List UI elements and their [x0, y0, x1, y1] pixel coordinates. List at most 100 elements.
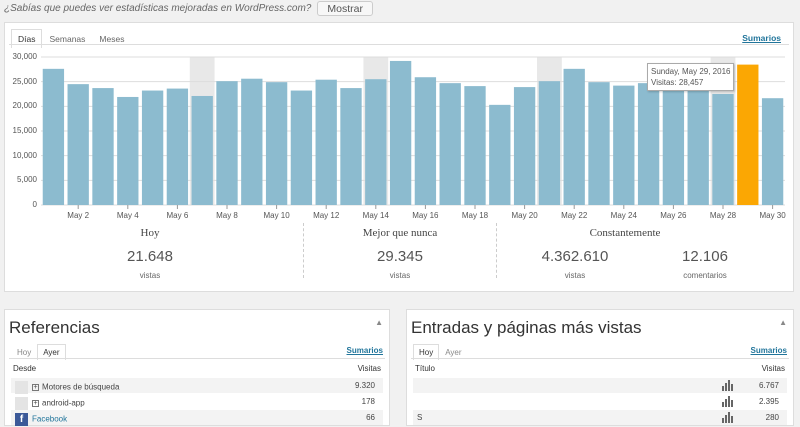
stat-all-time-comments: . 12.106 comentarios — [645, 227, 765, 280]
collapse-icon[interactable]: ▲ — [779, 318, 787, 327]
stat-divider — [303, 223, 304, 278]
x-tick-label: May 14 — [362, 211, 389, 220]
bar[interactable] — [712, 94, 734, 205]
bar[interactable] — [216, 81, 238, 205]
tab-months[interactable]: Meses — [92, 29, 131, 48]
post-title[interactable]: S — [417, 413, 422, 422]
referrers-summary-link[interactable]: Sumarios — [347, 346, 383, 355]
stat-best-value: 29.345 — [377, 248, 423, 265]
stats-notice: ¿Sabías que puedes ver estadísticas mejo… — [4, 0, 373, 16]
expand-icon[interactable]: + — [32, 384, 39, 391]
stat-best: Mejor que nunca 29.345 vistas — [305, 227, 495, 280]
y-tick-label: 25,000 — [12, 76, 37, 86]
bar[interactable] — [761, 98, 784, 205]
collapse-icon[interactable]: ▲ — [375, 318, 383, 327]
bar[interactable] — [365, 79, 387, 205]
bar[interactable] — [241, 78, 263, 205]
bar[interactable] — [662, 89, 685, 205]
stats-chart-panel: Días Semanas Meses Sumarios 0 5,000 10,000… — [4, 22, 794, 292]
tooltip-visits: Visitas: 28,457 — [651, 78, 704, 87]
list-item[interactable]: + Motores de búsqueda 9.320 — [11, 378, 383, 394]
bar[interactable] — [439, 83, 461, 205]
favicon-placeholder-icon — [15, 397, 28, 410]
expand-icon[interactable]: + — [32, 400, 39, 407]
chart-summary-link[interactable]: Sumarios — [742, 33, 781, 43]
bar[interactable] — [389, 60, 412, 205]
x-tick-label: May 16 — [412, 211, 439, 220]
x-tick-label: May 28 — [709, 211, 737, 220]
bar[interactable] — [538, 81, 561, 205]
x-tick-label: May 8 — [216, 211, 238, 220]
stat-all-time-views-value: 4.362.610 — [541, 248, 609, 265]
bar[interactable] — [613, 85, 635, 205]
referrers-card: Referencias ▲ Hoy Ayer Sumarios Desde Vi… — [4, 309, 390, 426]
bar[interactable] — [588, 82, 610, 205]
stat-best-label: vistas — [389, 271, 411, 280]
stat-all-time-views: . 4.362.610 vistas — [515, 227, 635, 280]
referrer-visits: 66 — [366, 413, 375, 422]
y-tick-label: 0 — [32, 200, 37, 209]
bar[interactable] — [265, 82, 288, 205]
x-tick-label: May 18 — [461, 211, 489, 220]
stat-today-label: vistas — [139, 271, 161, 280]
bar[interactable] — [166, 88, 189, 205]
tab-weeks[interactable]: Semanas — [42, 29, 92, 48]
bar[interactable] — [687, 87, 709, 205]
stats-bar-icon[interactable] — [721, 395, 733, 407]
y-tick-label: 20,000 — [12, 101, 37, 111]
bar[interactable] — [414, 77, 437, 205]
bar[interactable] — [92, 88, 114, 205]
referrer-label: Motores de búsqueda — [42, 382, 120, 392]
table-row[interactable]: 6.767 — [413, 378, 787, 393]
stat-today-value: 21.648 — [127, 248, 173, 265]
x-tick-label: May 22 — [561, 211, 588, 220]
bar[interactable] — [464, 86, 486, 205]
stats-bar-icon[interactable] — [721, 411, 733, 423]
col-from: Desde — [13, 364, 37, 373]
top-posts-summary-link[interactable]: Sumarios — [751, 346, 787, 355]
list-item[interactable]: f Facebook 66 — [11, 410, 383, 426]
favicon-placeholder-icon — [15, 381, 28, 394]
table-row[interactable]: 2.395 — [413, 394, 787, 409]
x-tick-label: May 4 — [116, 211, 139, 220]
facebook-icon: f — [15, 413, 28, 426]
col-visits: Visitas — [761, 364, 785, 373]
referrer-label: android-app — [42, 398, 85, 408]
stat-all-time-comments-label: comentarios — [683, 271, 727, 280]
y-tick-label: 30,000 — [12, 52, 37, 61]
list-item[interactable]: + android-app 178 — [11, 394, 383, 410]
tooltip-date: Sunday, May 29, 2016 — [651, 67, 731, 76]
col-visits: Visitas — [357, 364, 381, 373]
col-title: Título — [415, 364, 436, 373]
bar[interactable] — [191, 95, 213, 205]
bar[interactable] — [117, 96, 139, 205]
bar[interactable] — [141, 90, 164, 205]
tab-days[interactable]: Días — [11, 29, 43, 48]
bar[interactable] — [637, 83, 660, 205]
top-posts-title: Entradas y páginas más vistas — [411, 318, 642, 337]
stat-all-time-views-label: vistas — [564, 271, 586, 280]
bar[interactable] — [67, 84, 89, 205]
tab-divider — [9, 358, 385, 359]
bar[interactable] — [513, 87, 536, 205]
x-tick-label: May 20 — [511, 211, 538, 220]
bar[interactable] — [737, 64, 759, 205]
show-button[interactable]: Mostrar — [317, 0, 373, 16]
tab-divider — [411, 358, 789, 359]
x-tick-label: May 2 — [67, 211, 90, 220]
stats-bar-icon[interactable] — [721, 379, 733, 391]
bar[interactable] — [340, 88, 362, 205]
y-tick-label: 15,000 — [12, 126, 37, 135]
bar[interactable] — [315, 79, 337, 205]
stat-divider — [496, 223, 497, 278]
bar[interactable] — [42, 68, 65, 205]
referrers-title: Referencias — [9, 318, 100, 337]
table-row[interactable]: S 280 — [413, 410, 787, 425]
tab-divider — [9, 44, 789, 45]
bar[interactable] — [290, 90, 313, 205]
referrer-label[interactable]: Facebook — [32, 415, 67, 424]
bar[interactable] — [489, 104, 511, 205]
x-tick-label: May 10 — [263, 211, 290, 220]
bar[interactable] — [563, 68, 585, 205]
stat-today-heading: Hoy — [140, 227, 160, 239]
